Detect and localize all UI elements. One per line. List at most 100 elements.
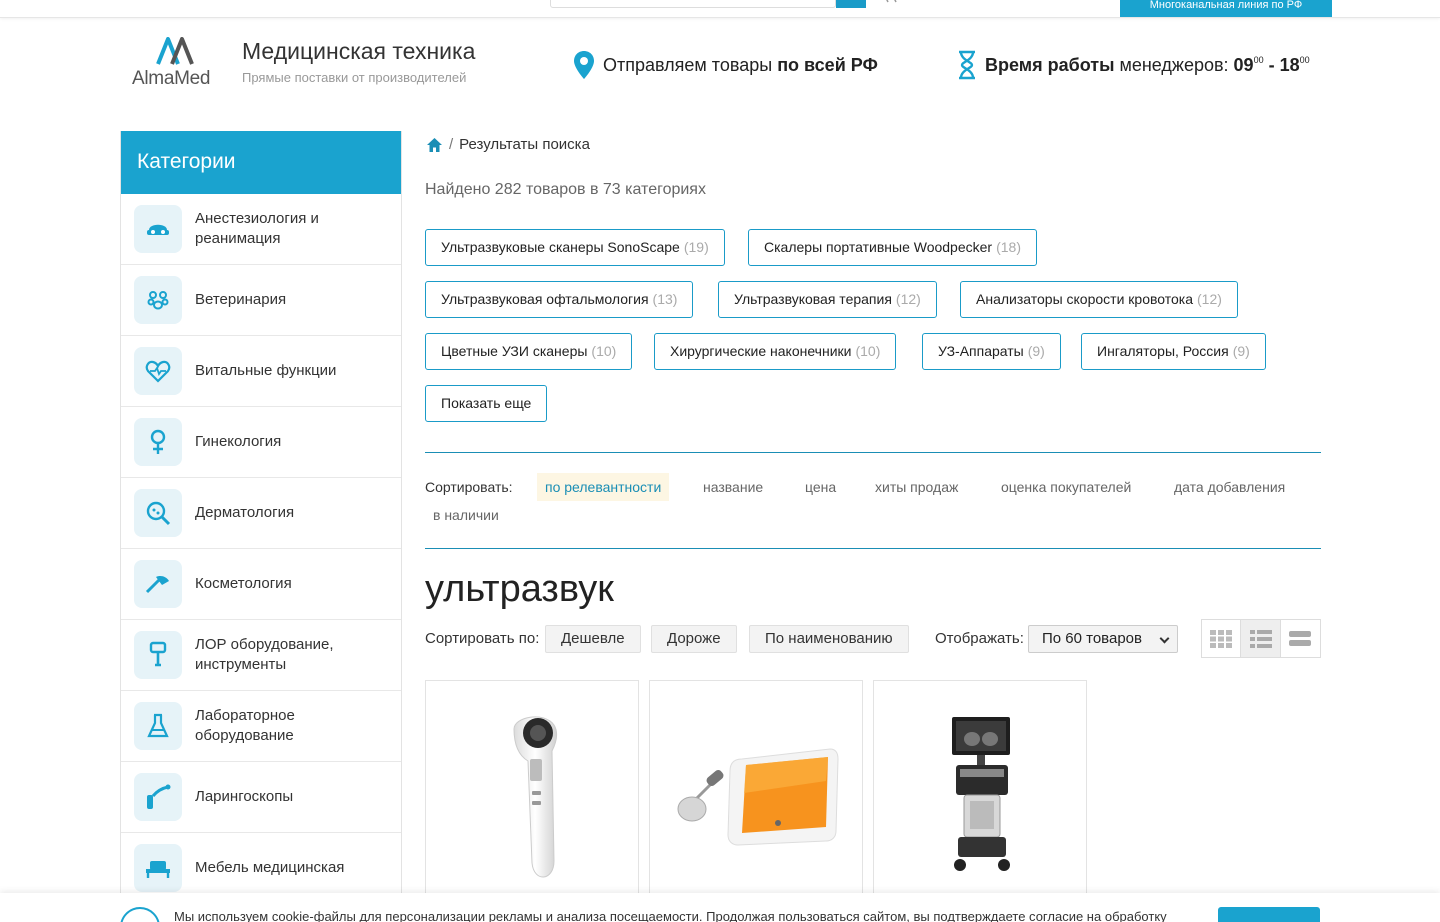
divider [425,548,1321,549]
category-chip[interactable]: Ультразвуковые сканеры SonoScape (19) [425,229,725,266]
category-chip[interactable]: Ультразвуковая офтальмология (13) [425,281,694,318]
chevron-down-icon [1159,633,1170,644]
category-chip[interactable]: Ультразвуковая терапия (12) [718,281,937,318]
product-image [513,716,558,878]
sort-option-in-stock[interactable]: в наличии [425,501,507,529]
chip-label: Ультразвуковые сканеры SonoScape [441,239,680,255]
top-bar: Многоканальная линия по РФ [0,0,1440,18]
paw-icon [147,291,169,310]
hours-text: менеджеров: [1114,54,1234,75]
product-image [677,748,839,846]
chip-count: (19) [683,239,709,255]
sidebar-item-veterinary[interactable]: Ветеринария [121,265,401,336]
per-page-label: Отображать: [935,630,1024,647]
top-search-input[interactable] [550,0,836,8]
sidebar-title: Категории [121,131,401,194]
hours-bold: Время работы [985,54,1115,75]
sidebar-item-label: Витальные функции [195,362,337,379]
chip-label: Ультразвуковая офтальмология [441,291,649,307]
chip-count: (10) [591,343,617,359]
heart-pulse-icon [145,360,171,383]
sidebar-item-label: Гинекология [195,433,282,450]
show-more-button[interactable]: Показать еще [425,385,548,422]
sortby-label: Сортировать по: [425,630,540,647]
category-chip[interactable]: Анализаторы скорости кровотока (12) [960,281,1238,318]
hours-to-sup: 00 [1299,54,1310,65]
multichannel-line-button[interactable]: Многоканальная линия по РФ [1120,0,1332,17]
medical-bed-icon [146,861,170,878]
category-chip[interactable]: Ингаляторы, Россия (9) [1081,333,1266,370]
sort-option-relevance[interactable]: по релевантности [537,473,670,501]
sidebar-item-label: ЛОР оборудование, инструменты [195,636,334,673]
magnifier-icon [146,501,171,526]
sidebar-item-label: Ларингоскопы [195,788,294,805]
site-subtitle: Прямые поставки от производителей [242,70,467,85]
list-view-icon [1249,629,1272,648]
sidebar-item-label: Дерматология [195,504,295,521]
shipping-info: Отправляем товары по всей РФ [573,50,878,80]
phone-icon[interactable] [884,0,898,4]
sidebar-item-cosmetology[interactable]: Косметология [121,549,401,620]
hours-from: 09 [1233,54,1254,75]
breadcrumb-current: Результаты поиска [459,136,590,153]
hours-from-sup: 00 [1253,54,1264,65]
sort-by-name-button[interactable]: По наименованию [749,625,909,653]
shipping-bold: по всей РФ [777,54,878,75]
list-view-button[interactable] [1241,620,1281,657]
compact-view-button[interactable] [1281,620,1320,657]
sort-expensive-button[interactable]: Дороже [651,625,737,653]
sidebar-item-label: Ветеринария [195,291,287,308]
top-search-button[interactable] [836,0,866,8]
product-image [952,717,1010,871]
category-chip[interactable]: Скалеры портативные Woodpecker (18) [748,229,1037,266]
hours-to: 18 [1279,54,1300,75]
chip-label: Ингаляторы, Россия [1097,343,1229,359]
chip-count: (18) [996,239,1021,255]
logo-mark-icon [156,37,194,65]
sidebar-item-anesthesiology[interactable]: Анестезиология и реанимация [121,194,401,265]
product-card[interactable] [873,680,1087,922]
sidebar-item-label: Косметология [195,575,292,592]
sidebar-item-gynecology[interactable]: Гинекология [121,407,401,478]
sidebar-item-dermatology[interactable]: Дерматология [121,478,401,549]
location-pin-icon [574,51,594,79]
anesthesia-mask-icon [147,224,169,235]
sort-option-rating[interactable]: оценка покупателей [993,473,1139,501]
sort-option-name[interactable]: название [695,473,771,501]
ent-instrument-icon [149,641,167,667]
sort-label: Сортировать: [425,479,513,495]
per-page-select[interactable]: По 60 товаров [1028,625,1178,653]
category-chip[interactable]: Цветные УЗИ сканеры (10) [425,333,633,370]
sidebar-item-vital-functions[interactable]: Витальные функции [121,336,401,407]
sort-cheaper-button[interactable]: Дешевле [545,625,641,653]
chip-label: Ультразвуковая терапия [734,291,892,307]
cookie-accept-button[interactable] [1218,907,1320,922]
breadcrumb-separator: / [449,136,454,153]
category-chip[interactable]: УЗ-Аппараты (9) [922,333,1061,370]
product-card[interactable] [649,680,863,922]
category-chip[interactable]: Хирургические наконечники (10) [654,333,897,370]
sort-option-price[interactable]: цена [797,473,844,501]
chip-count: (12) [895,291,921,307]
sidebar-item-ent[interactable]: ЛОР оборудование, инструменты [121,620,401,691]
chip-label: УЗ-Аппараты [938,343,1024,359]
home-icon[interactable] [426,137,443,153]
female-symbol-icon [150,429,166,454]
breadcrumb: / Результаты поиска [426,136,590,153]
hourglass-icon [959,50,975,80]
shipping-prefix: Отправляем товары [603,54,778,75]
product-card[interactable] [425,680,639,922]
compact-view-icon [1289,630,1312,646]
sidebar-item-label: Анестезиология и реанимация [195,210,319,247]
chip-count: (12) [1197,291,1222,307]
working-hours: Время работы менеджеров: 0900 - 1800 [957,50,1310,80]
sort-option-bestsellers[interactable]: хиты продаж [867,473,966,501]
sidebar-item-laboratory[interactable]: Лабораторное оборудование [121,691,401,762]
chip-label: Хирургические наконечники [670,343,852,359]
sort-option-date-added[interactable]: дата добавления [1166,473,1293,501]
logo[interactable]: AlmaMed [132,37,222,89]
grid-view-button[interactable] [1202,620,1242,657]
chip-label: Анализаторы скорости кровотока [976,291,1193,307]
per-page-value: По 60 товаров [1042,630,1142,647]
sidebar-item-laryngoscopes[interactable]: Ларингоскопы [121,762,401,833]
